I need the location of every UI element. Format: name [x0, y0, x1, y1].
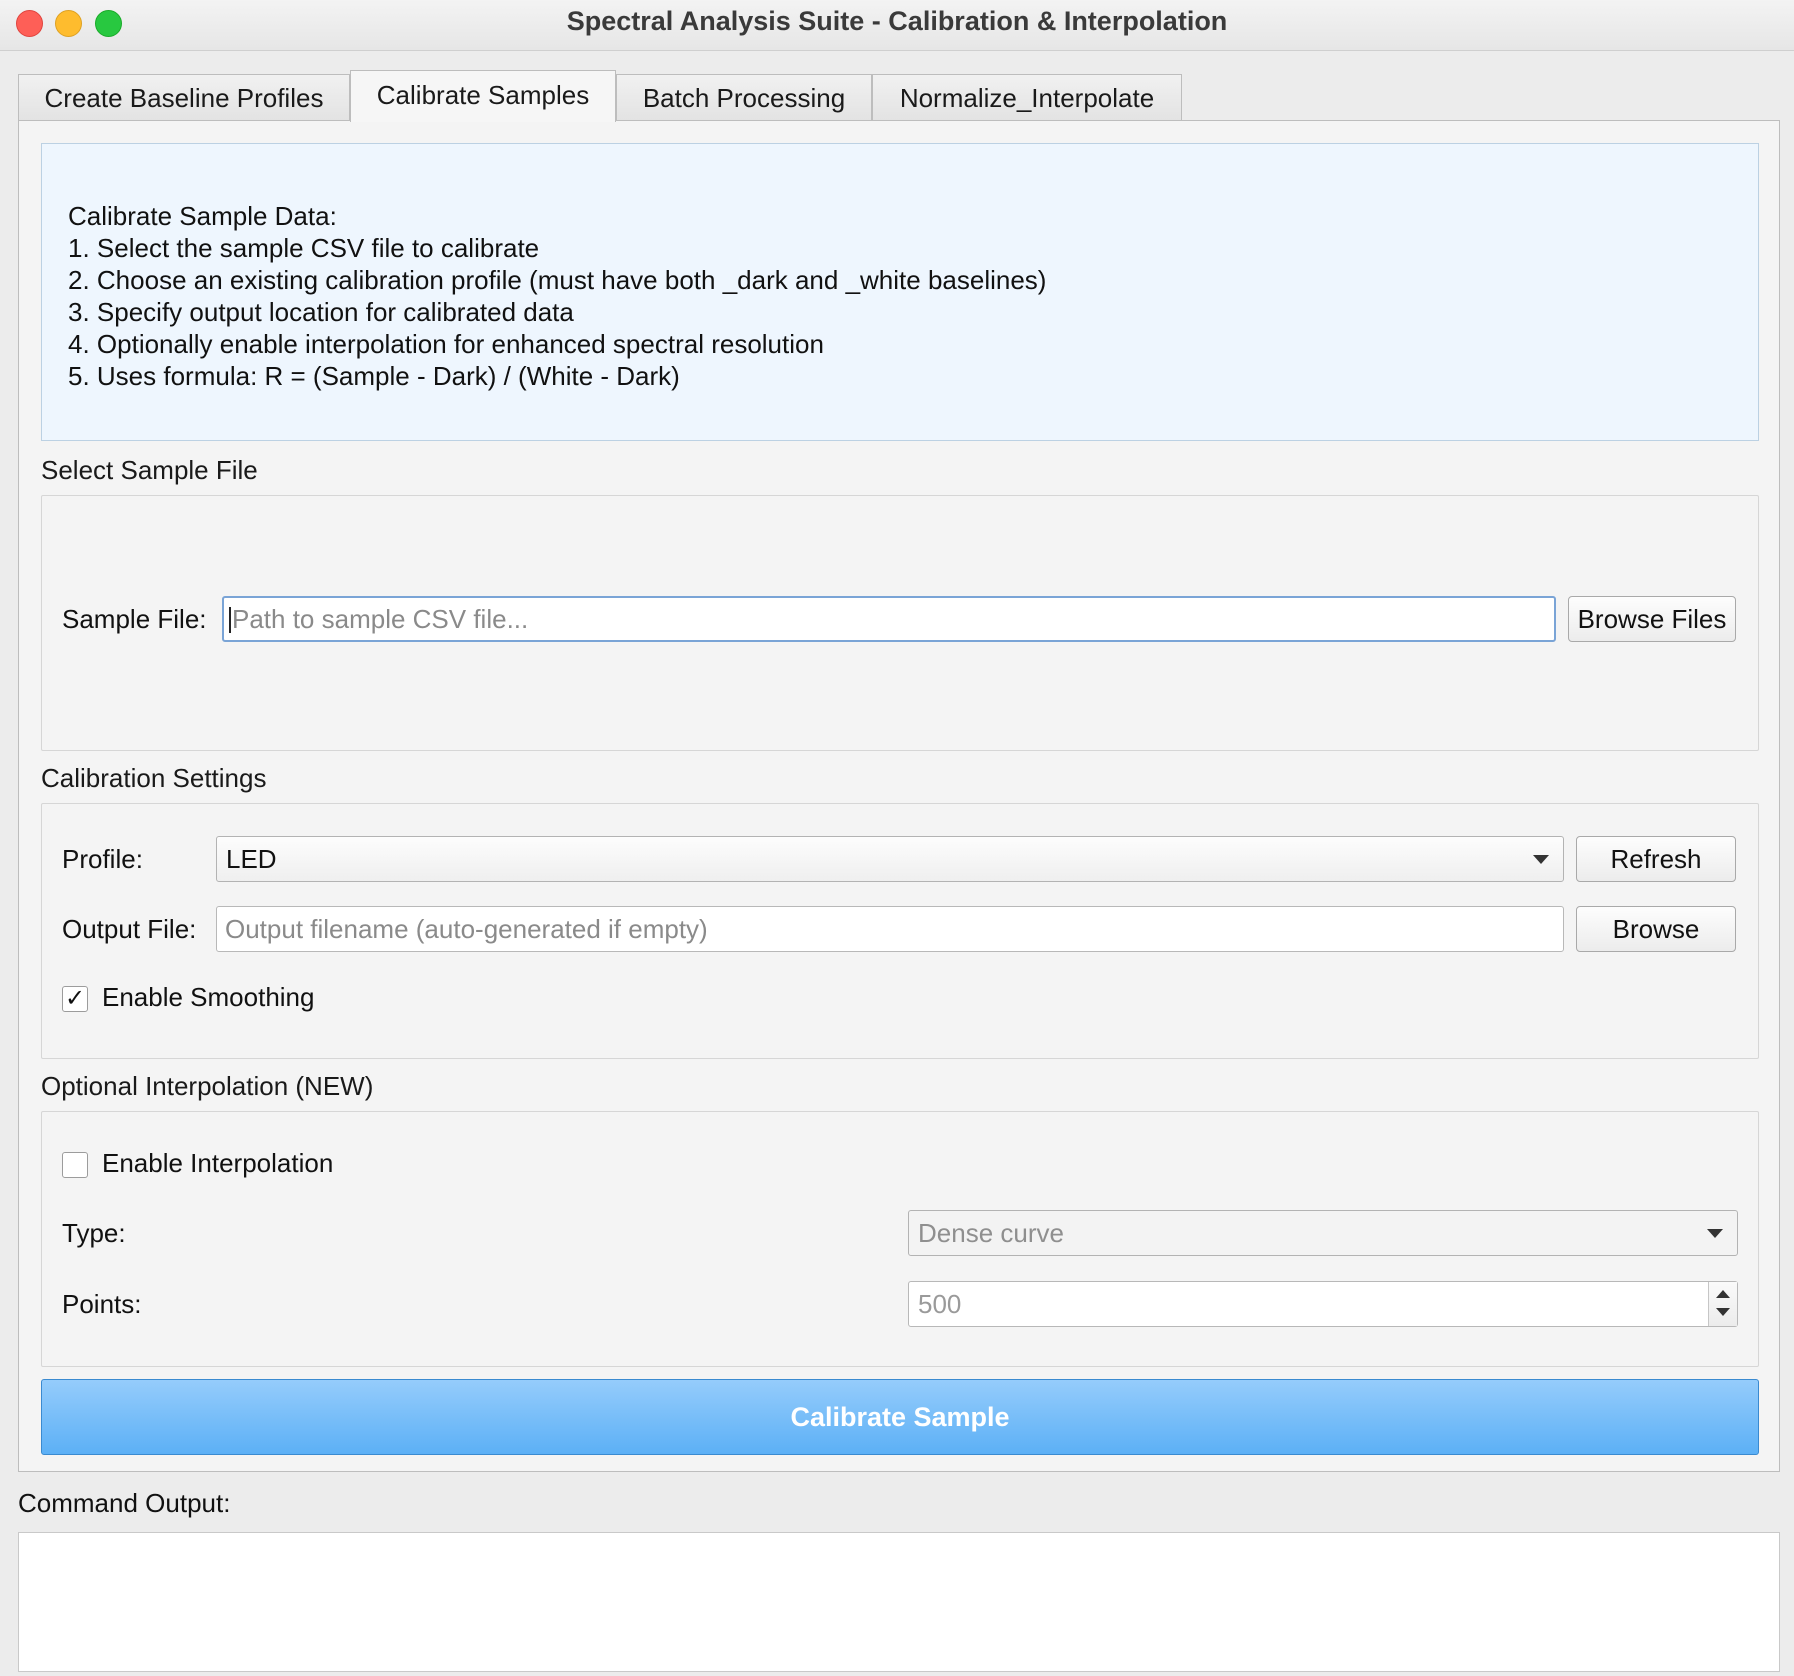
output-file-input[interactable]: Output filename (auto-generated if empty… [216, 906, 1564, 952]
command-output-label: Command Output: [18, 1488, 231, 1518]
sample-section-title: Select Sample File [41, 455, 258, 485]
increment-icon[interactable] [1716, 1290, 1730, 1298]
calibration-settings-group: Profile: LED Refresh Output File: Output… [41, 803, 1759, 1059]
spinbox-arrows[interactable] [1708, 1282, 1737, 1326]
profile-select[interactable]: LED [216, 836, 1564, 882]
interpolation-type-value: Dense curve [918, 1218, 1064, 1248]
sample-file-input[interactable]: Path to sample CSV file... [222, 596, 1556, 642]
window-title: Spectral Analysis Suite - Calibration & … [566, 6, 1228, 36]
calibration-section-title: Calibration Settings [41, 763, 267, 793]
points-spinbox[interactable]: 500 [908, 1281, 1738, 1327]
enable-interpolation-label[interactable]: Enable Interpolation [102, 1148, 333, 1179]
chevron-down-icon [1533, 855, 1549, 864]
sample-file-group: Sample File: Path to sample CSV file... … [41, 495, 1759, 751]
instructions-box: Calibrate Sample Data: 1. Select the sam… [41, 143, 1759, 441]
tab-normalize-interpolate[interactable]: Normalize_Interpolate [872, 74, 1182, 120]
instruction-step-5: 5. Uses formula: R = (Sample - Dark) / (… [68, 361, 680, 391]
points-value: 500 [918, 1289, 962, 1319]
instruction-step-3: 3. Specify output location for calibrate… [68, 297, 574, 327]
profile-label: Profile: [62, 844, 143, 874]
interpolation-type-select[interactable]: Dense curve [908, 1210, 1738, 1256]
instruction-step-1: 1. Select the sample CSV file to calibra… [68, 233, 540, 263]
tab-create-baseline-profiles[interactable]: Create Baseline Profiles [18, 74, 350, 120]
points-label: Points: [62, 1289, 142, 1319]
checkmark-icon: ✓ [64, 985, 86, 1012]
instructions-heading: Calibrate Sample Data: [68, 201, 337, 231]
instruction-step-2: 2. Choose an existing calibration profil… [68, 265, 1047, 295]
type-label: Type: [62, 1218, 126, 1248]
enable-interpolation-checkbox[interactable] [62, 1152, 88, 1178]
chevron-down-icon [1707, 1229, 1723, 1238]
refresh-button[interactable]: Refresh [1576, 836, 1736, 882]
sample-file-label: Sample File: [62, 604, 207, 634]
profile-value: LED [226, 844, 277, 874]
calibrate-sample-button[interactable]: Calibrate Sample [41, 1379, 1759, 1455]
text-cursor [229, 607, 231, 633]
title-bar: Spectral Analysis Suite - Calibration & … [0, 0, 1794, 51]
tab-batch-processing[interactable]: Batch Processing [616, 74, 872, 120]
tab-calibrate-samples[interactable]: Calibrate Samples [350, 70, 616, 122]
enable-smoothing-label[interactable]: Enable Smoothing [102, 982, 314, 1013]
output-file-label: Output File: [62, 914, 197, 944]
calibrate-samples-panel: Calibrate Sample Data: 1. Select the sam… [18, 120, 1780, 1472]
sample-file-placeholder: Path to sample CSV file... [232, 604, 529, 634]
decrement-icon[interactable] [1716, 1308, 1730, 1316]
enable-smoothing-checkbox[interactable]: ✓ [62, 986, 88, 1012]
instruction-step-4: 4. Optionally enable interpolation for e… [68, 329, 824, 359]
browse-files-button[interactable]: Browse Files [1568, 596, 1736, 642]
interpolation-group: Enable Interpolation Type: Dense curve P… [41, 1111, 1759, 1367]
browse-output-button[interactable]: Browse [1576, 906, 1736, 952]
command-output-area[interactable] [18, 1532, 1780, 1672]
interpolation-section-title: Optional Interpolation (NEW) [41, 1071, 374, 1101]
output-file-placeholder: Output filename (auto-generated if empty… [225, 914, 708, 944]
